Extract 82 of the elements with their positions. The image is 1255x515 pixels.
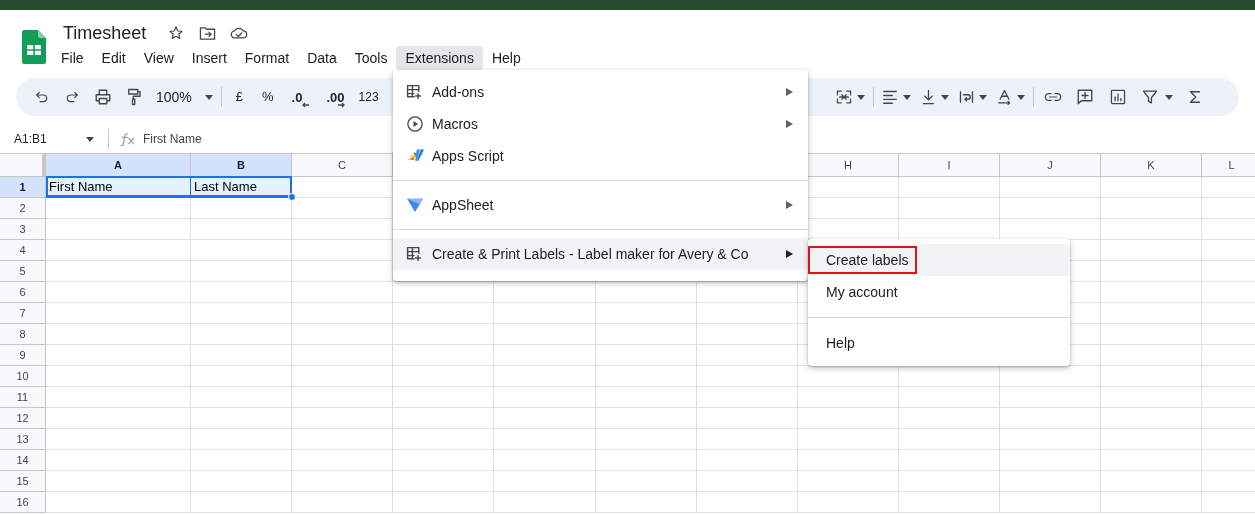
table-plus-icon	[406, 246, 422, 262]
caret-icon[interactable]	[204, 94, 213, 100]
menu-item[interactable]: Create labels	[808, 244, 1070, 276]
cloud-icon[interactable]	[230, 26, 249, 40]
column-header[interactable]: K	[1101, 154, 1202, 177]
menu-item[interactable]: Help	[482, 46, 530, 70]
column-header[interactable]: I	[899, 154, 1000, 177]
menu-item[interactable]: Macros	[393, 108, 808, 140]
folder-icon[interactable]	[199, 25, 217, 41]
column-header[interactable]: C	[292, 154, 393, 177]
column-header[interactable]: A	[46, 154, 191, 177]
row-header[interactable]: 6	[0, 282, 46, 303]
sheets-logo-icon[interactable]	[22, 30, 46, 64]
row-header[interactable]: 2	[0, 198, 46, 219]
row-header[interactable]: 5	[0, 261, 46, 282]
merge-cells-icon[interactable]	[835, 89, 853, 105]
star-icon[interactable]	[168, 25, 185, 41]
menu-item[interactable]: Data	[298, 46, 346, 70]
vertical-align-icon[interactable]	[921, 89, 936, 105]
menu-item[interactable]: Extensions	[396, 46, 483, 70]
caret-icon[interactable]	[86, 136, 94, 142]
caret-icon[interactable]	[1165, 94, 1173, 100]
redo-icon[interactable]	[64, 89, 80, 105]
row-header[interactable]: 9	[0, 345, 46, 366]
zoom-dropdown[interactable]: 100%	[156, 86, 213, 108]
document-title[interactable]: Timesheet	[63, 19, 147, 47]
menu-item[interactable]: Tools	[345, 46, 397, 70]
filter-icon[interactable]	[1142, 89, 1158, 105]
appsheet-icon	[406, 197, 424, 213]
align-left-icon[interactable]	[882, 90, 898, 104]
table-plus-icon	[406, 84, 422, 100]
menu-item[interactable]: Insert	[182, 46, 236, 70]
menu-item[interactable]: Add-ons	[393, 76, 808, 108]
formula-input[interactable]: First Name	[143, 130, 202, 148]
play-circle-icon	[406, 115, 424, 133]
number-format-button[interactable]: 123	[358, 88, 379, 106]
text-rotation-icon[interactable]	[997, 89, 1012, 105]
decrease-decimal-button[interactable]: .0	[291, 90, 311, 104]
caret-icon[interactable]	[903, 94, 911, 100]
left-arrow-icon	[302, 101, 311, 108]
percent-button[interactable]: %	[262, 87, 274, 107]
increase-decimal-button[interactable]: .00	[326, 90, 345, 104]
chart-icon[interactable]	[1110, 89, 1126, 105]
paint-format-icon[interactable]	[126, 88, 142, 106]
menu-item[interactable]: Create & Print Labels - Label maker for Avery & Co	[393, 238, 808, 270]
row-header[interactable]: 1	[0, 177, 46, 198]
print-icon[interactable]	[94, 88, 112, 106]
menu-item[interactable]: File	[52, 46, 93, 70]
comment-icon[interactable]	[1076, 88, 1094, 106]
fx-icon	[120, 132, 136, 146]
column-header[interactable]: J	[1000, 154, 1101, 177]
row-header[interactable]: 14	[0, 450, 46, 471]
link-icon[interactable]	[1044, 91, 1062, 103]
fill-handle[interactable]	[288, 193, 296, 201]
caret-icon[interactable]	[979, 94, 987, 100]
sum-icon[interactable]	[1189, 90, 1201, 104]
menu-item[interactable]: AppSheet	[393, 189, 808, 221]
row-header[interactable]: 3	[0, 219, 46, 240]
row-header[interactable]: 15	[0, 471, 46, 492]
row-header[interactable]: 4	[0, 240, 46, 261]
caret-icon[interactable]	[1017, 94, 1025, 100]
currency-button[interactable]: £	[235, 87, 244, 107]
row-header[interactable]: 12	[0, 408, 46, 429]
menu-item[interactable]: View	[134, 46, 183, 70]
menu-item[interactable]: My account	[808, 276, 1070, 308]
name-box[interactable]: A1:B1	[14, 130, 84, 148]
undo-icon[interactable]	[34, 89, 50, 105]
row-header[interactable]: 8	[0, 324, 46, 345]
caret-icon[interactable]	[941, 94, 949, 100]
row-header[interactable]: 10	[0, 366, 46, 387]
row-header[interactable]: 13	[0, 429, 46, 450]
menu-item[interactable]: Edit	[92, 46, 135, 70]
right-arrow-icon	[336, 101, 345, 108]
menu-item[interactable]: Help	[808, 327, 1070, 359]
row-header[interactable]: 11	[0, 387, 46, 408]
caret-icon[interactable]	[857, 94, 865, 100]
row-header[interactable]: 16	[0, 492, 46, 513]
row-header[interactable]: 7	[0, 303, 46, 324]
text-wrap-icon[interactable]	[959, 90, 974, 104]
column-header[interactable]: L	[1202, 154, 1255, 177]
column-header[interactable]: B	[191, 154, 292, 177]
menu-item[interactable]: Format	[235, 46, 299, 70]
